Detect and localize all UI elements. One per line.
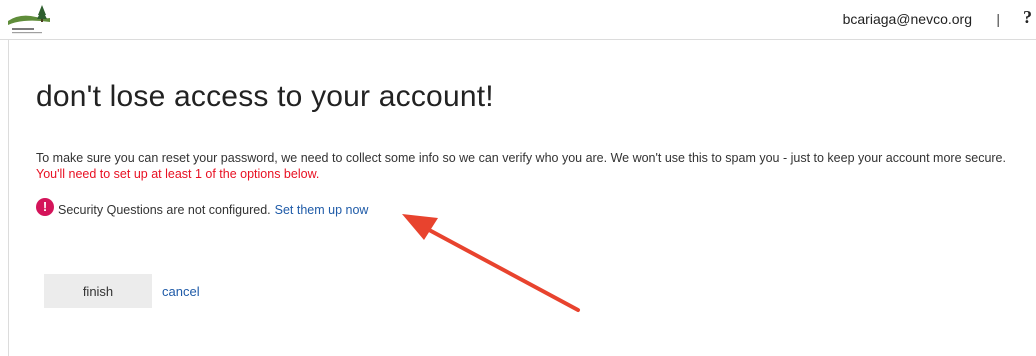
page-title: don't lose access to your account!	[36, 80, 494, 113]
status-message: Security Questions are not configured.	[58, 203, 271, 217]
left-divider	[8, 40, 9, 356]
help-icon[interactable]: ?	[1023, 7, 1032, 28]
header-bar: bcariaga@nevco.org | ?	[0, 0, 1036, 40]
header-separator: |	[996, 11, 1000, 27]
page: bcariaga@nevco.org | ? don't lose access…	[0, 0, 1036, 356]
finish-button[interactable]: finish	[44, 274, 152, 308]
nevada-county-logo	[6, 3, 52, 37]
user-email[interactable]: bcariaga@nevco.org	[843, 11, 972, 27]
intro-text: To make sure you can reset your password…	[36, 151, 1006, 165]
setup-security-questions-link[interactable]: Set them up now	[275, 203, 369, 217]
alert-circle-icon: !	[36, 198, 54, 216]
intro-paragraph: To make sure you can reset your password…	[36, 150, 1026, 182]
warning-text: You'll need to set up at least 1 of the …	[36, 167, 320, 181]
security-questions-status: ! Security Questions are not configured.…	[36, 198, 369, 217]
cancel-link[interactable]: cancel	[162, 284, 200, 299]
